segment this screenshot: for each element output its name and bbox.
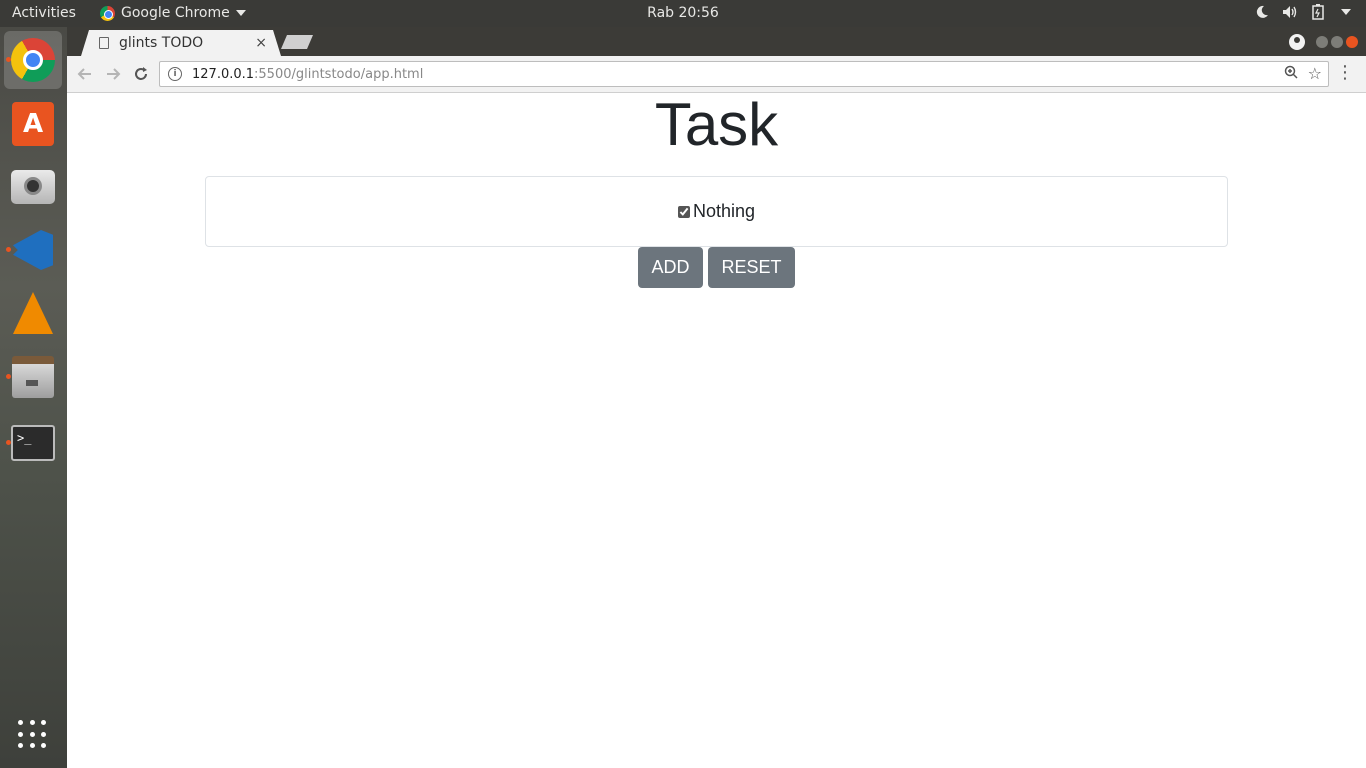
page-icon <box>99 37 109 49</box>
minimize-button[interactable] <box>1316 36 1328 48</box>
show-applications-button[interactable] <box>4 706 62 764</box>
tab-glints-todo[interactable]: glints TODO × <box>81 30 281 56</box>
window-controls <box>1289 34 1358 50</box>
tab-strip: glints TODO × <box>67 27 1366 56</box>
night-light-icon <box>1254 4 1270 20</box>
url-host: 127.0.0.1 <box>192 66 255 82</box>
chrome-icon <box>11 38 55 82</box>
battery-icon <box>1310 4 1326 20</box>
running-indicator <box>6 440 11 445</box>
task-label: Nothing <box>692 201 756 221</box>
dock-vscode[interactable] <box>4 221 62 279</box>
close-window-button[interactable] <box>1346 36 1358 48</box>
dock-vlc[interactable] <box>4 284 62 342</box>
reload-button[interactable] <box>131 64 151 84</box>
chrome-icon <box>100 5 115 21</box>
reset-button[interactable]: RESET <box>708 247 795 288</box>
close-icon[interactable]: × <box>255 35 267 51</box>
app-menu[interactable]: Google Chrome <box>100 5 246 21</box>
running-indicator <box>6 374 11 379</box>
address-bar[interactable]: i 127.0.0.1:5500/glintstodo/app.html ☆ <box>159 61 1329 87</box>
maximize-button[interactable] <box>1331 36 1343 48</box>
arrow-right-icon <box>107 68 121 80</box>
zoom-icon[interactable] <box>1284 65 1298 83</box>
new-tab-button[interactable] <box>281 35 313 49</box>
forward-button[interactable] <box>103 64 123 84</box>
dock-files[interactable] <box>4 348 62 406</box>
tab-title: glints TODO <box>119 35 204 51</box>
activities-button[interactable]: Activities <box>12 5 76 21</box>
dock-ubuntu-software[interactable]: A <box>4 95 62 153</box>
volume-icon <box>1282 4 1298 20</box>
file-cabinet-icon <box>12 356 54 398</box>
software-store-icon: A <box>12 102 54 146</box>
system-tray[interactable] <box>1254 4 1354 20</box>
camera-icon <box>11 170 55 204</box>
vscode-icon <box>13 230 53 270</box>
clock[interactable]: Rab 20:56 <box>647 5 719 21</box>
task-item[interactable]: Nothing <box>677 201 756 222</box>
dock-screenshot[interactable] <box>4 158 62 216</box>
dock-terminal[interactable]: >_ <box>4 414 62 472</box>
app-menu-label: Google Chrome <box>121 5 230 21</box>
kebab-menu-icon[interactable]: ⋮ <box>1336 64 1354 82</box>
grid-icon <box>18 720 48 750</box>
dock: A >_ <box>0 27 67 768</box>
action-buttons: ADD RESET <box>67 247 1366 288</box>
task-list: Nothing <box>205 176 1228 247</box>
top-bar: Activities Google Chrome Rab 20:56 <box>0 0 1366 27</box>
add-button[interactable]: ADD <box>638 247 703 288</box>
url-path: :5500/glintstodo/app.html <box>254 66 424 82</box>
chevron-down-icon <box>235 10 246 16</box>
reload-icon <box>135 67 147 80</box>
bookmark-star-icon[interactable]: ☆ <box>1308 64 1322 83</box>
running-indicator <box>6 247 11 252</box>
system-menu-caret-icon <box>1338 4 1354 20</box>
profile-icon[interactable] <box>1289 34 1305 50</box>
task-checkbox[interactable] <box>677 205 690 218</box>
browser-toolbar: i 127.0.0.1:5500/glintstodo/app.html ☆ ⋮ <box>67 56 1366 93</box>
dock-chrome[interactable] <box>4 31 62 89</box>
arrow-left-icon <box>77 68 91 80</box>
page-content: Task Nothing ADD RESET <box>67 93 1366 768</box>
back-button[interactable] <box>75 64 95 84</box>
vlc-cone-icon <box>13 292 53 334</box>
terminal-icon: >_ <box>11 425 55 461</box>
info-icon[interactable]: i <box>168 67 182 81</box>
page-title: Task <box>654 91 779 158</box>
